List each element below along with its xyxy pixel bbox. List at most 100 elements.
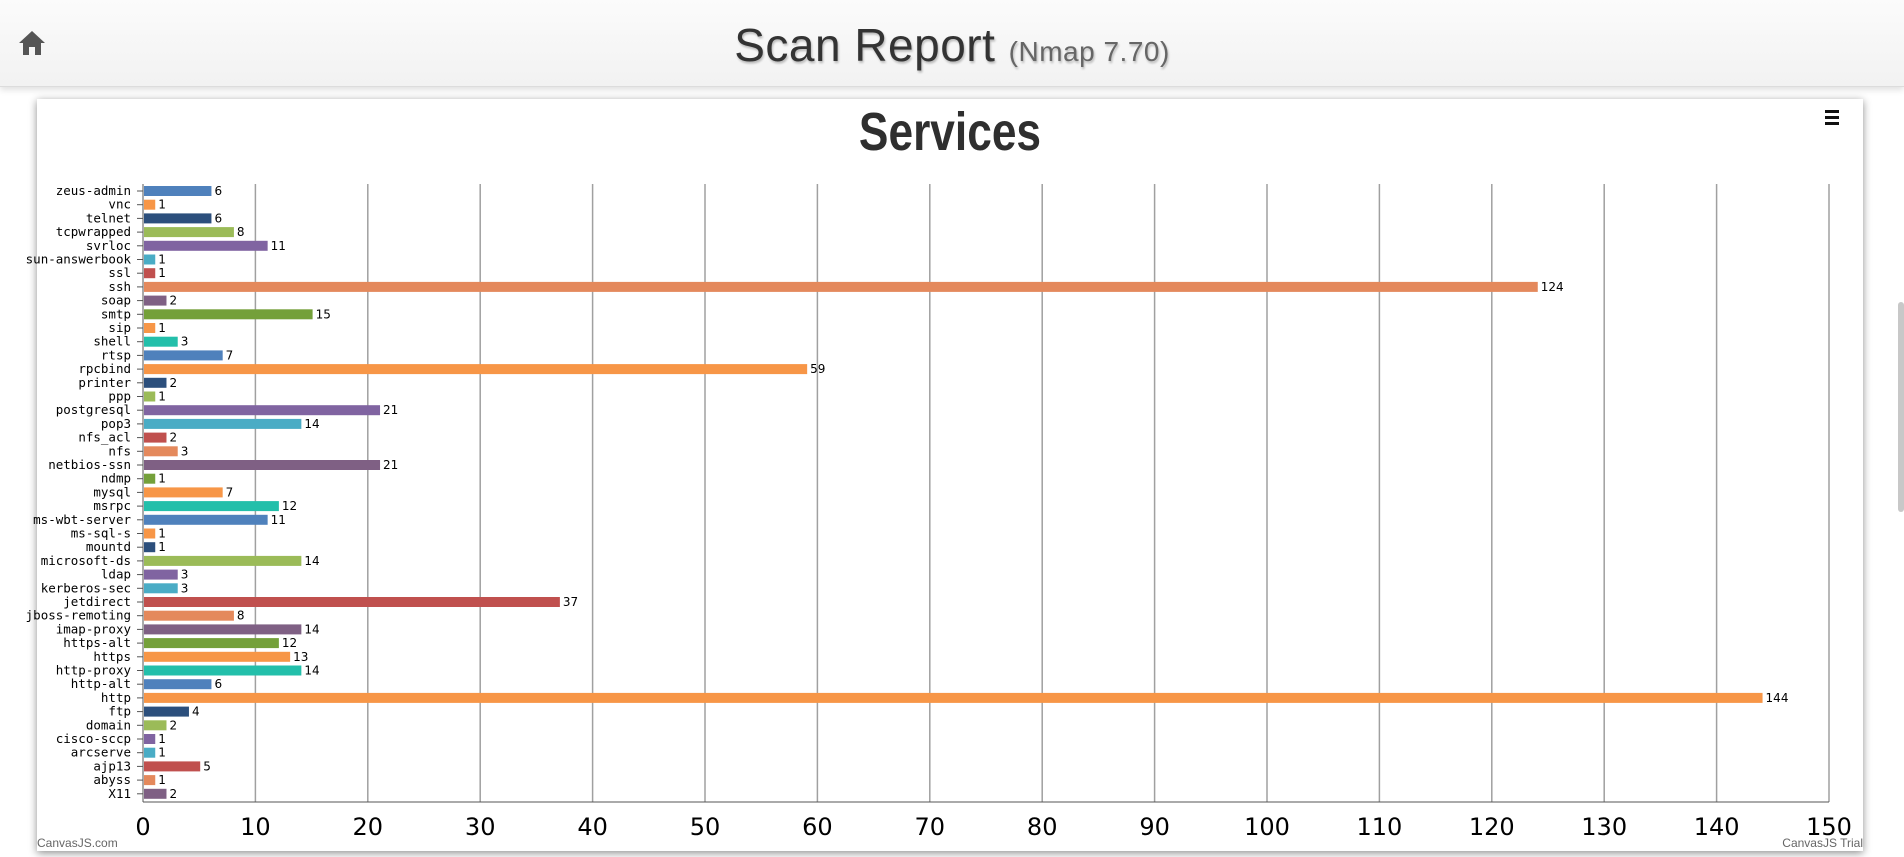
data-label: 37 — [563, 595, 578, 609]
bar — [144, 597, 560, 607]
category-label: X11 — [108, 786, 131, 801]
data-label: 124 — [1541, 280, 1564, 294]
data-label: 12 — [282, 499, 297, 513]
data-label: 12 — [282, 636, 297, 650]
data-label: 1 — [158, 773, 166, 787]
data-label: 3 — [181, 335, 189, 349]
data-label: 1 — [158, 253, 166, 267]
bar — [144, 651, 291, 662]
bar — [144, 418, 302, 429]
credit-right: CanvasJS Trial — [1782, 836, 1863, 850]
x-tick-label: 60 — [802, 813, 833, 841]
x-tick-label: 50 — [690, 813, 721, 841]
x-tick-label: 40 — [577, 813, 608, 841]
bar — [144, 446, 178, 457]
x-tick-label: 10 — [240, 813, 271, 841]
data-label: 14 — [304, 417, 319, 431]
data-label: 6 — [214, 677, 222, 691]
x-tick-label: 30 — [465, 813, 496, 841]
bar — [144, 501, 279, 512]
data-label: 7 — [226, 348, 234, 362]
credit-left: CanvasJS.com — [37, 836, 118, 850]
x-tick-label: 110 — [1356, 813, 1402, 841]
bar — [144, 638, 279, 649]
bar — [144, 364, 808, 375]
data-label: 3 — [181, 568, 189, 582]
bar — [144, 227, 234, 238]
chart-title: Services — [859, 102, 1041, 162]
data-label: 11 — [271, 513, 286, 527]
data-label: 1 — [158, 527, 166, 541]
x-axis-ticks: 0 10 20 30 40 50 60 70 80 90 100 110 120 130 140 150 — [135, 813, 1852, 841]
bar — [144, 679, 212, 690]
data-label: 2 — [169, 787, 177, 801]
x-tick-label: 120 — [1469, 813, 1515, 841]
bar — [144, 624, 302, 635]
bar — [144, 706, 189, 717]
data-label: 1 — [158, 198, 166, 212]
data-label: 8 — [237, 225, 245, 239]
data-label: 14 — [304, 622, 319, 636]
bar — [144, 569, 178, 580]
data-label: 6 — [214, 211, 222, 225]
bar — [144, 692, 1763, 703]
category-labels: zeus-adminvnctelnettcpwrappedsvrlocsun-a… — [26, 183, 132, 801]
value-labels: 6168111112421513759212114232117121111143… — [158, 184, 1788, 801]
data-label: 14 — [304, 664, 319, 678]
x-tick-label: 70 — [915, 813, 946, 841]
bar — [144, 775, 156, 786]
data-label: 15 — [316, 307, 331, 321]
x-tick-label: 0 — [135, 813, 150, 841]
bars — [144, 186, 1763, 799]
bar — [144, 555, 302, 566]
data-label: 1 — [158, 321, 166, 335]
data-label: 8 — [237, 609, 245, 623]
bar — [144, 761, 201, 772]
data-label: 1 — [158, 746, 166, 760]
grid-lines — [137, 184, 1830, 803]
bar — [144, 281, 1538, 292]
data-label: 2 — [169, 376, 177, 390]
bar — [144, 186, 212, 196]
data-label: 6 — [214, 184, 222, 198]
bar — [144, 747, 156, 758]
data-label: 1 — [158, 540, 166, 554]
bar — [144, 514, 268, 525]
bar — [144, 391, 156, 402]
data-label: 59 — [810, 362, 825, 376]
chart-menu-button[interactable] — [1825, 110, 1839, 128]
bar — [144, 213, 212, 224]
bar — [144, 199, 156, 210]
x-tick-label: 80 — [1027, 813, 1058, 841]
data-label: 2 — [169, 718, 177, 732]
bar — [144, 240, 268, 251]
bar — [144, 473, 156, 484]
bar — [144, 788, 167, 799]
bar — [144, 377, 167, 388]
x-tick-label: 100 — [1244, 813, 1290, 841]
x-tick-label: 90 — [1139, 813, 1170, 841]
x-tick-label: 140 — [1694, 813, 1740, 841]
x-tick-label: 20 — [353, 813, 384, 841]
data-label: 14 — [304, 554, 319, 568]
bar — [144, 268, 156, 279]
services-chart: Services zeus-adminvnctelnettcpwrappedsv… — [26, 102, 1863, 850]
bar — [144, 295, 167, 306]
bar — [144, 350, 223, 361]
data-label: 11 — [271, 239, 286, 253]
bar — [144, 254, 156, 265]
data-label: 1 — [158, 390, 166, 404]
data-label: 144 — [1766, 691, 1789, 705]
data-label: 2 — [169, 294, 177, 308]
data-label: 3 — [181, 581, 189, 595]
bar — [144, 528, 156, 539]
bar — [144, 487, 223, 498]
data-label: 1 — [158, 472, 166, 486]
data-label: 7 — [226, 485, 234, 499]
bar — [144, 405, 381, 416]
scrollbar[interactable] — [1898, 302, 1904, 512]
bar — [144, 583, 178, 594]
bar — [144, 720, 167, 731]
data-label: 1 — [158, 266, 166, 280]
data-label: 21 — [383, 403, 398, 417]
